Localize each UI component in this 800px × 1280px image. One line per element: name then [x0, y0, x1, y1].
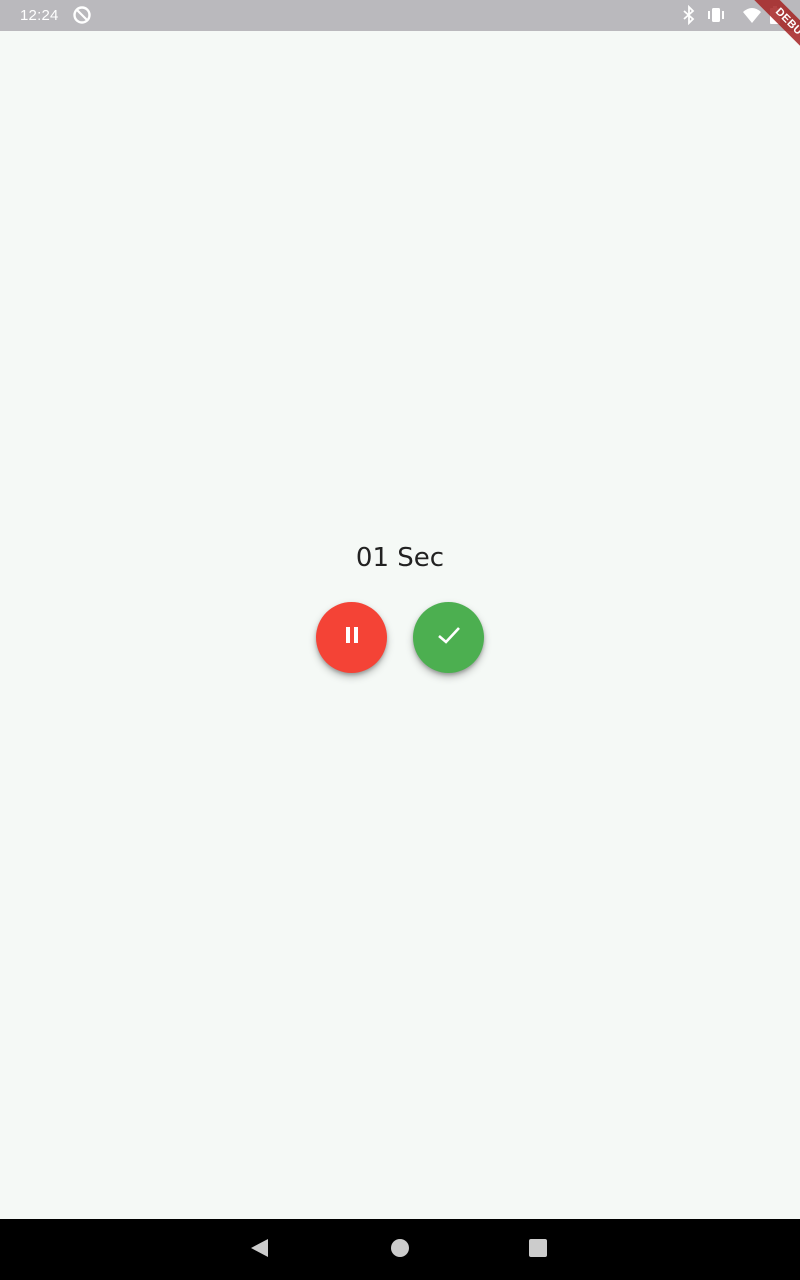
pause-icon: [343, 626, 361, 649]
done-button[interactable]: [413, 602, 484, 673]
timer-display: 01 Sec: [355, 543, 445, 573]
main-content: 01 Sec: [0, 31, 800, 1219]
recents-button[interactable]: [525, 1237, 551, 1263]
bluetooth-icon: [682, 4, 696, 30]
navigation-bar: [0, 1219, 800, 1280]
sync-disabled-icon: [72, 5, 92, 30]
back-button[interactable]: [246, 1237, 272, 1263]
pause-button[interactable]: [316, 602, 387, 673]
status-time: 12:24: [20, 7, 59, 24]
status-bar: 12:24: [0, 0, 800, 31]
home-icon: [389, 1237, 411, 1264]
check-icon: [436, 622, 462, 653]
recents-icon: [527, 1237, 549, 1264]
back-icon: [248, 1237, 270, 1264]
home-button[interactable]: [387, 1237, 413, 1263]
